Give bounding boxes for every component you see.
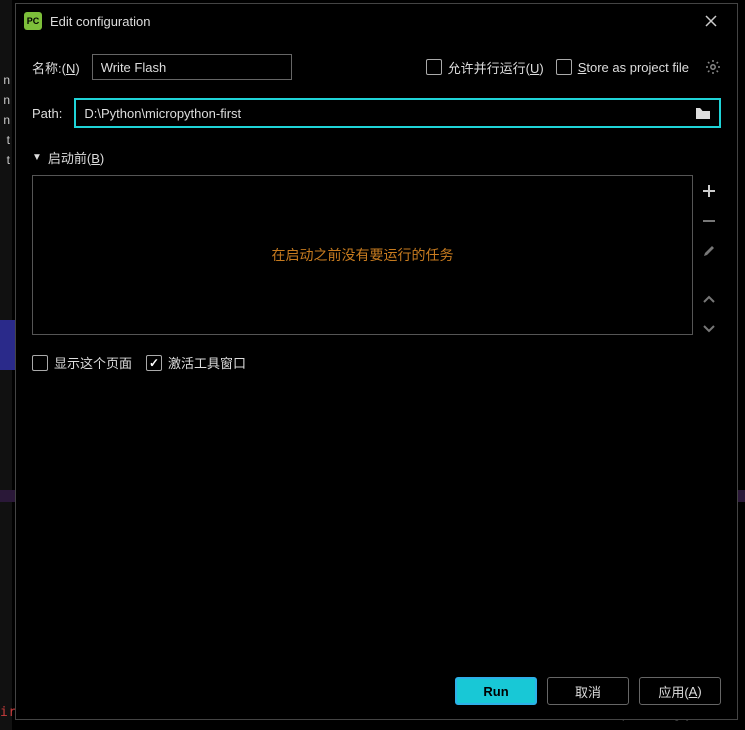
show-page-checkbox[interactable]: 显示这个页面 [32,353,132,372]
bottom-options: 显示这个页面 激活工具窗口 [32,353,721,372]
up-icon[interactable] [699,289,719,309]
name-label: 名称:(N) [32,58,80,77]
folder-icon[interactable] [695,106,715,120]
bg-stripe [0,320,15,370]
run-button[interactable]: Run [455,677,537,705]
path-row: Path: [32,98,721,128]
gear-icon[interactable] [705,59,721,75]
name-input[interactable] [92,54,292,80]
path-input-wrapper [74,98,721,128]
name-row: 名称:(N) 允许并行运行(U) Store as project file [32,54,721,80]
edit-configuration-dialog: PC Edit configuration 名称:(N) 允许并行运行(U) S… [15,3,738,720]
path-input[interactable] [84,106,695,121]
task-list-empty: 在启动之前没有要运行的任务 [32,175,693,335]
path-label: Path: [32,106,62,121]
dialog-title: Edit configuration [50,14,705,29]
pycharm-icon: PC [24,12,42,30]
triangle-down-icon: ▼ [32,152,42,163]
store-project-checkbox[interactable]: Store as project file [556,59,689,75]
activate-tool-checkbox[interactable]: 激活工具窗口 [146,353,246,372]
before-launch-area: 在启动之前没有要运行的任务 [32,175,721,339]
add-icon[interactable] [699,181,719,201]
apply-button[interactable]: 应用(A) [639,677,721,705]
remove-icon[interactable] [699,211,719,231]
edit-icon[interactable] [699,241,719,261]
button-bar: Run 取消 应用(A) [16,665,737,719]
close-icon[interactable] [705,15,729,27]
titlebar: PC Edit configuration [16,4,737,38]
task-tools [697,175,721,339]
before-launch-toggle[interactable]: ▼ 启动前(B) [32,148,721,167]
down-icon[interactable] [699,319,719,339]
cancel-button[interactable]: 取消 [547,677,629,705]
allow-parallel-checkbox[interactable]: 允许并行运行(U) [426,58,544,77]
